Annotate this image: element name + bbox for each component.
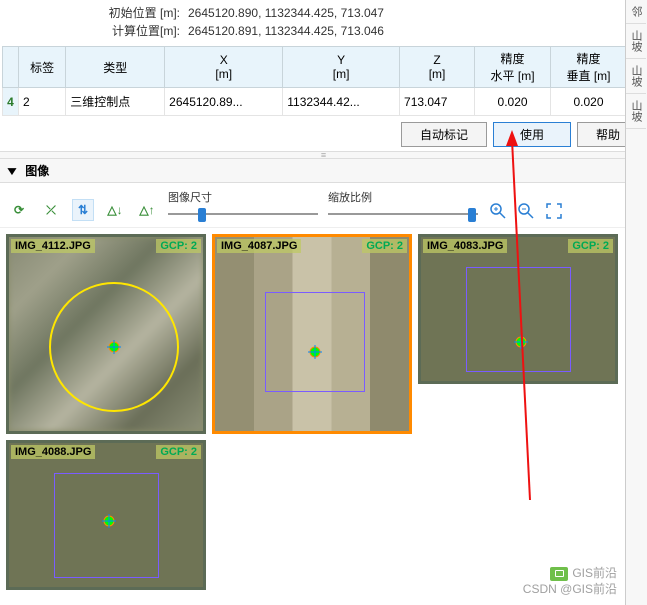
auto-mark-button[interactable]: 自动标记 [401, 122, 487, 147]
thumb-filename: IMG_4112.JPG [11, 239, 95, 253]
sidebar-item[interactable]: 山坡 [626, 59, 646, 94]
unlink-icon[interactable]: ⤫ [40, 199, 62, 221]
splitter[interactable]: ≡ [0, 151, 647, 159]
sidebar-item[interactable]: 山坡 [626, 24, 646, 59]
thumb-gcp-badge: GCP: 2 [568, 239, 613, 253]
selection-box [466, 267, 571, 372]
zoom-out-icon[interactable] [516, 201, 536, 221]
cell-acc-h[interactable]: 0.020 [475, 88, 551, 116]
col-acc-h[interactable]: 精度 水平 [m] [475, 47, 551, 88]
zoom-in-icon[interactable] [488, 201, 508, 221]
marker-icon[interactable] [308, 345, 322, 359]
selection-box [265, 292, 365, 392]
thumb-gcp-badge: GCP: 2 [362, 239, 407, 253]
image-panel-header[interactable]: ▼ 图像 [0, 159, 647, 183]
corner-header [3, 47, 19, 88]
col-acc-v[interactable]: 精度 垂直 [m] [551, 47, 627, 88]
marker-icon[interactable] [514, 335, 528, 349]
button-row: 自动标记 使用 帮助 [0, 116, 647, 151]
col-z[interactable]: Z [m] [400, 47, 475, 88]
image-size-slider[interactable] [168, 207, 318, 221]
zoom-label: 缩放比例 [328, 189, 478, 205]
computed-pos-label: 计算位置[m]: [100, 22, 180, 40]
thumb-filename: IMG_4083.JPG [423, 239, 507, 253]
image-grid: IMG_4112.JPG GCP: 2 IMG_4087.JPG GCP: 2 … [0, 228, 647, 596]
thumbnail[interactable]: IMG_4083.JPG GCP: 2 [418, 234, 618, 384]
sort-desc-icon[interactable]: △↑ [136, 199, 158, 221]
col-y[interactable]: Y [m] [283, 47, 400, 88]
cell-label[interactable]: 2 [19, 88, 66, 116]
sort-asc-icon[interactable]: △↓ [104, 199, 126, 221]
cell-type[interactable]: 三维控制点 [66, 88, 165, 116]
fit-icon[interactable] [544, 201, 564, 221]
thumbnail[interactable]: IMG_4088.JPG GCP: 2 [6, 440, 206, 590]
gcp-table: 标签 类型 X [m] Y [m] Z [m] 精度 水平 [m] 精度 垂直 … [2, 46, 627, 116]
right-sidebar: 邻 山坡 山坡 山坡 [625, 0, 647, 605]
image-toolbar: ⟳ ⤫ ⇅ △↓ △↑ 图像尺寸 缩放比例 [0, 183, 647, 228]
zoom-slider[interactable] [328, 207, 478, 221]
image-size-label: 图像尺寸 [168, 189, 318, 205]
panel-title: 图像 [25, 164, 49, 178]
watermark: GIS前沿 CSDN @GIS前沿 [523, 565, 617, 597]
thumbnail[interactable]: IMG_4112.JPG GCP: 2 [6, 234, 206, 434]
thumb-gcp-badge: GCP: 2 [156, 445, 201, 459]
cell-z[interactable]: 713.047 [400, 88, 475, 116]
thumb-filename: IMG_4087.JPG [217, 239, 301, 253]
thumb-gcp-badge: GCP: 2 [156, 239, 201, 253]
cell-acc-v[interactable]: 0.020 [551, 88, 627, 116]
col-x[interactable]: X [m] [165, 47, 283, 88]
row-number: 4 [3, 88, 19, 116]
thumbnail[interactable]: IMG_4087.JPG GCP: 2 [212, 234, 412, 434]
sidebar-item[interactable]: 山坡 [626, 94, 646, 129]
use-button[interactable]: 使用 [493, 122, 571, 147]
wechat-icon [550, 567, 568, 581]
col-type[interactable]: 类型 [66, 47, 165, 88]
initial-pos-label: 初始位置 [m]: [100, 4, 180, 22]
cell-y[interactable]: 1132344.42... [283, 88, 400, 116]
marker-icon[interactable] [107, 340, 121, 354]
sort-name-icon[interactable]: ⇅ [72, 199, 94, 221]
marker-icon[interactable] [102, 514, 116, 528]
link-icon[interactable]: ⟳ [8, 199, 30, 221]
initial-pos-value: 2645120.890, 1132344.425, 713.047 [188, 4, 384, 22]
col-label[interactable]: 标签 [19, 47, 66, 88]
collapse-icon: ▼ [4, 164, 19, 178]
computed-pos-value: 2645120.891, 1132344.425, 713.046 [188, 22, 384, 40]
sidebar-item[interactable]: 邻 [626, 0, 646, 24]
table-row[interactable]: 4 2 三维控制点 2645120.89... 1132344.42... 71… [3, 88, 627, 116]
position-info: 初始位置 [m]: 2645120.890, 1132344.425, 713.… [0, 0, 647, 44]
thumb-filename: IMG_4088.JPG [11, 445, 95, 459]
cell-x[interactable]: 2645120.89... [165, 88, 283, 116]
